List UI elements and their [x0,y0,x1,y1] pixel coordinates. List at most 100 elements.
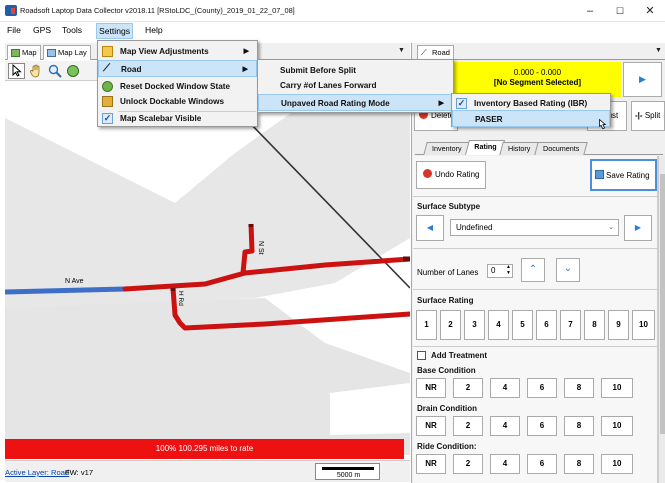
submenu-arrow-icon: ▶ [242,66,248,73]
road-panel-dropdown-icon[interactable]: ▼ [655,47,662,54]
lanes-down-button[interactable]: ⌄ [556,258,580,282]
segment-range: 0.000 - 0.000 [513,68,562,77]
surface-subtype-select[interactable]: Undefined ⌄ [450,219,619,236]
drain-condition-4[interactable]: 4 [490,416,520,436]
pointer-tool-icon[interactable] [8,63,25,79]
base-condition-10[interactable]: 10 [601,378,633,398]
menu-item-carry-lanes-forward[interactable]: Carry #of Lanes Forward [258,77,453,94]
split-icon: -|- [635,111,643,120]
rating-form: Undo Rating Save Rating Surface Subtype … [413,156,658,483]
add-treatment-checkbox[interactable] [417,351,426,360]
menu-gps[interactable]: GPS [31,25,53,35]
scalebar-line [322,467,374,470]
surface-rating-7[interactable]: 7 [560,310,581,340]
surface-rating-3[interactable]: 3 [464,310,485,340]
menu-file[interactable]: File [5,25,23,35]
ride-condition-label: Ride Condition: [417,442,477,451]
rate-progress-bar: 100% 100.295 miles to rate [5,439,404,459]
zoom-extent-tool-icon[interactable] [64,63,81,79]
panel-dropdown-icon[interactable]: ▼ [398,47,405,54]
tab-road[interactable]: ⟋ Road [417,45,454,60]
drain-condition-6[interactable]: 6 [527,416,557,436]
subtab-history[interactable]: History [499,142,540,155]
subtype-next-button[interactable]: ▶ [624,215,652,241]
subtab-documents[interactable]: Documents [534,142,589,155]
lanes-up-button[interactable]: ⌃ [521,258,545,282]
tab-map[interactable]: Map [7,45,41,60]
menu-item-unlock-dockable-windows[interactable]: Unlock Dockable Windows [98,93,257,110]
menu-tools[interactable]: Tools [60,25,84,35]
road-submenu: Submit Before Split Carry #of Lanes Forw… [257,59,454,113]
road-tab-icon: ⟋ [421,48,427,57]
ride-condition-4[interactable]: 4 [490,454,520,474]
surface-rating-10[interactable]: 10 [632,310,655,340]
unpaved-rating-submenu: ✓ Inventory Based Rating (IBR) PASER [451,93,611,127]
tab-map-layers[interactable]: Map Lay [43,45,91,60]
surface-rating-2[interactable]: 2 [440,310,461,340]
map-canvas[interactable]: N Ave N St H Rd [5,83,410,455]
add-treatment-label: Add Treatment [431,351,488,360]
surface-rating-1[interactable]: 1 [416,310,437,340]
menu-item-road[interactable]: ⟋ Road ▶ [98,60,257,77]
surface-rating-5[interactable]: 5 [512,310,533,340]
drain-condition-label: Drain Condition [417,404,477,413]
maximize-button[interactable]: ☐ [605,0,635,22]
menu-settings[interactable]: Settings [96,23,134,39]
road-label-n-ave: N Ave [65,278,84,285]
road-subtabs: Inventory Rating History Documents [415,140,663,155]
save-rating-label: Save Rating [606,171,650,180]
menu-item-map-view-adjustments[interactable]: Map View Adjustments ▶ [98,43,257,60]
drain-condition-2[interactable]: 2 [453,416,483,436]
base-condition-4[interactable]: 4 [490,378,520,398]
save-icon [595,170,604,179]
title-bar: Roadsoft Laptop Data Collector v2018.11 … [0,0,665,22]
split-button[interactable]: -|- Split [631,101,665,131]
road-icon: ⟋ [103,63,110,74]
drain-condition-nr[interactable]: NR [416,416,446,436]
chevron-down-icon: ⌄ [608,224,614,231]
undo-rating-button[interactable]: Undo Rating [416,161,486,189]
close-button[interactable]: ✕ [635,0,665,22]
surface-subtype-label: Surface Subtype [417,202,481,211]
settings-menu: Map View Adjustments ▶ ⟋ Road ▶ Reset Dock… [97,40,258,127]
surface-rating-8[interactable]: 8 [584,310,605,340]
active-layer-link[interactable]: Active Layer: Road [5,468,69,477]
base-condition-nr[interactable]: NR [416,378,446,398]
surface-rating-6[interactable]: 6 [536,310,557,340]
subtab-inventory[interactable]: Inventory [423,142,471,155]
ride-condition-nr[interactable]: NR [416,454,446,474]
base-condition-6[interactable]: 6 [527,378,557,398]
base-condition-2[interactable]: 2 [453,378,483,398]
ride-condition-10[interactable]: 10 [601,454,633,474]
minimize-button[interactable]: – [575,0,605,22]
lanes-stepper[interactable]: 0 ▲ ▼ [487,264,513,278]
subtype-prev-button[interactable]: ◀ [416,215,444,241]
map-drawing: N Ave N St H Rd [5,83,410,455]
drain-condition-8[interactable]: 8 [564,416,594,436]
surface-subtype-value: Undefined [456,223,493,232]
road-label-h-rd: H Rd [177,291,184,306]
menu-item-map-scalebar-visible[interactable]: ✓ Map Scalebar Visible [98,110,257,127]
drain-condition-10[interactable]: 10 [601,416,633,436]
menu-item-paser[interactable]: PASER [452,110,610,127]
lanes-label: Number of Lanes [417,268,479,277]
base-condition-8[interactable]: 8 [564,378,594,398]
ride-condition-8[interactable]: 8 [564,454,594,474]
ride-condition-6[interactable]: 6 [527,454,557,474]
stepper-arrows-icon[interactable]: ▲ ▼ [506,264,511,276]
menu-help[interactable]: Help [143,25,165,35]
pan-tool-icon[interactable] [27,63,44,79]
rating-scrollbar[interactable] [658,156,665,483]
tab-map-layers-label: Map Lay [58,48,87,57]
divider [413,346,657,347]
menu-item-unpaved-road-rating-mode[interactable]: Unpaved Road Rating Mode ▶ [258,94,453,111]
next-segment-button[interactable]: ▶ [623,62,662,97]
zoom-in-tool-icon[interactable] [46,63,63,79]
save-rating-button[interactable]: Save Rating [590,159,657,191]
surface-rating-9[interactable]: 9 [608,310,629,340]
menu-bar: File GPS Tools Settings Help [0,22,665,40]
surface-rating-buttons: 1 2 3 4 5 6 7 8 9 10 [416,310,657,342]
scrollbar-thumb[interactable] [660,174,665,434]
surface-rating-4[interactable]: 4 [488,310,509,340]
ride-condition-2[interactable]: 2 [453,454,483,474]
